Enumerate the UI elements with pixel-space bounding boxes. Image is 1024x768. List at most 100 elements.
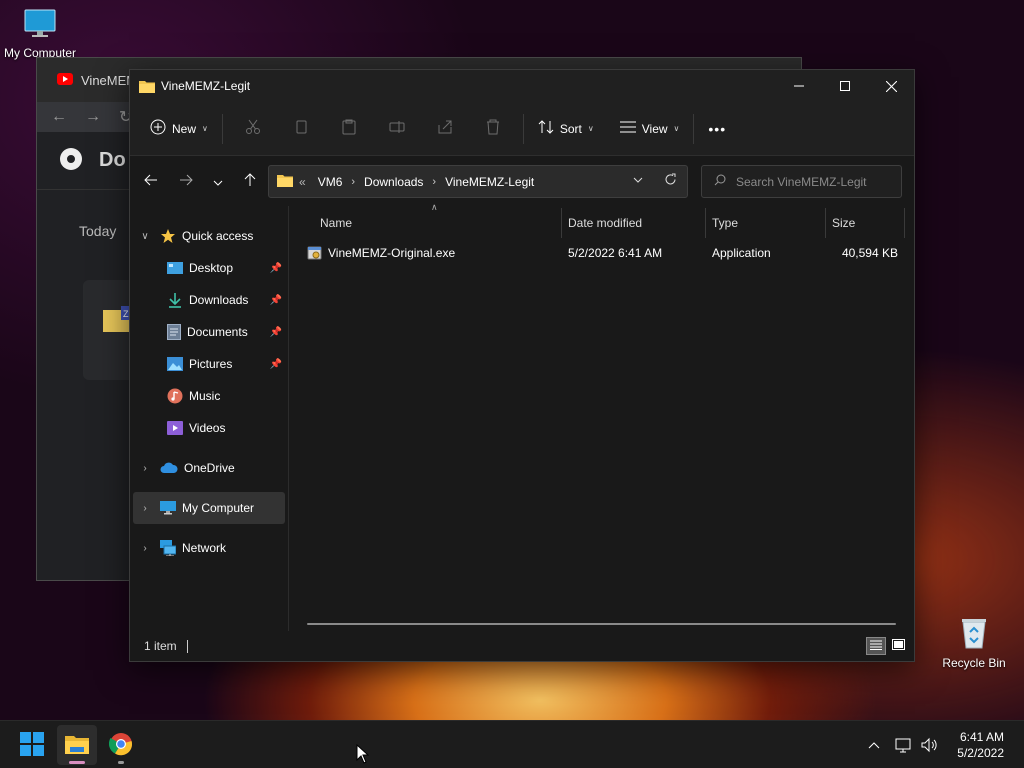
network-status-icon[interactable]: [891, 737, 917, 753]
taskbar-file-explorer[interactable]: [57, 725, 97, 765]
nav-item-downloads[interactable]: Downloads 📌: [130, 284, 288, 316]
forward-button[interactable]: [170, 165, 202, 197]
nav-label: OneDrive: [184, 461, 235, 475]
copy-icon: [293, 119, 309, 138]
nav-item-quick-access[interactable]: ∨ Quick access: [130, 220, 288, 252]
chevron-right-icon[interactable]: ›: [138, 463, 152, 474]
nav-label: Videos: [189, 421, 226, 435]
copy-button[interactable]: [277, 113, 325, 145]
file-row[interactable]: VineMEMZ-Original.exe 5/2/2022 6:41 AM A…: [289, 238, 914, 268]
column-header-type[interactable]: Type: [712, 208, 738, 238]
desktop-icon-my-computer[interactable]: My Computer: [0, 8, 80, 60]
up-button[interactable]: [234, 165, 266, 197]
clock-date: 5/2/2022: [957, 746, 1004, 760]
nav-item-pictures[interactable]: Pictures 📌: [130, 348, 288, 380]
column-header-name[interactable]: Name: [320, 208, 352, 238]
nav-label: Downloads: [189, 293, 249, 307]
pin-icon[interactable]: 📌: [270, 327, 282, 338]
file-size: 40,594 KB: [841, 246, 898, 260]
command-bar: New ∨ Sort ∨ View ∨ •••: [130, 102, 914, 156]
taskbar-chrome[interactable]: [101, 725, 141, 765]
volume-icon[interactable]: [917, 737, 943, 753]
trash-icon: [485, 119, 501, 138]
view-button[interactable]: View ∨: [612, 113, 688, 145]
new-button[interactable]: New ∨: [142, 113, 216, 145]
nav-item-documents[interactable]: Documents 📌: [130, 316, 288, 348]
chrome-section-heading: Today: [79, 223, 117, 239]
column-divider[interactable]: [904, 208, 905, 238]
more-dots-icon: •••: [708, 120, 727, 137]
search-placeholder: Search VineMEMZ-Legit: [736, 174, 867, 189]
toolbar-divider: [221, 113, 223, 144]
desktop-icon-recycle-bin[interactable]: Recycle Bin: [934, 616, 1014, 670]
maximize-button[interactable]: [822, 70, 868, 102]
toolbar-divider: [522, 113, 524, 144]
large-icons-view-icon: [891, 639, 905, 653]
show-hidden-icons-chevron-up-icon[interactable]: [861, 741, 887, 749]
pin-icon[interactable]: 📌: [270, 295, 282, 306]
chevron-right-icon[interactable]: ›: [138, 503, 152, 514]
file-explorer-window[interactable]: VineMEMZ-Legit New ∨ Sort ∨ View ∨ ••• «…: [129, 69, 915, 662]
chevron-right-icon[interactable]: ›: [138, 543, 152, 554]
cut-button[interactable]: [229, 113, 277, 145]
details-view-button[interactable]: [866, 637, 886, 655]
chevron-right-icon[interactable]: ›: [432, 176, 436, 188]
new-label: New: [172, 121, 197, 136]
desktop-folder-icon: [167, 261, 183, 275]
breadcrumb-current-folder[interactable]: VineMEMZ-Legit: [445, 175, 534, 189]
nav-item-music[interactable]: Music: [130, 380, 288, 412]
nav-label: Network: [182, 541, 227, 555]
rename-button[interactable]: [373, 113, 421, 145]
breadcrumb-vm6[interactable]: VM6: [318, 175, 343, 189]
nav-item-desktop[interactable]: Desktop 📌: [130, 252, 288, 284]
address-bar[interactable]: « VM6 › Downloads › VineMEMZ-Legit: [268, 165, 688, 198]
column-header-date-modified[interactable]: Date modified: [568, 208, 642, 238]
large-icons-view-button[interactable]: [888, 637, 908, 655]
nav-item-network[interactable]: › Network: [130, 532, 288, 564]
column-header-size[interactable]: Size: [832, 208, 855, 238]
sort-button[interactable]: Sort ∨: [530, 113, 602, 145]
back-arrow-icon[interactable]: ←: [51, 108, 67, 126]
nav-item-my-computer[interactable]: › My Computer: [133, 492, 285, 524]
pictures-icon: [167, 357, 183, 371]
breadcrumb-downloads[interactable]: Downloads: [364, 175, 423, 189]
title-bar[interactable]: VineMEMZ-Legit: [130, 70, 914, 102]
file-list: ∧ Name Date modified Type Size VineMEMZ-…: [289, 202, 914, 631]
navigation-pane: ∨ Quick access Desktop 📌 Downloads 📌 Doc…: [130, 206, 289, 631]
clock[interactable]: 6:41 AM 5/2/2022: [957, 729, 1004, 761]
chrome-logo-icon: [59, 147, 83, 174]
breadcrumb-overflow[interactable]: «: [299, 175, 306, 189]
nav-item-onedrive[interactable]: › OneDrive: [130, 452, 288, 484]
system-tray: 6:41 AM 5/2/2022: [861, 721, 1024, 768]
share-button[interactable]: [421, 113, 469, 145]
start-button[interactable]: [12, 725, 52, 765]
pin-icon[interactable]: 📌: [270, 263, 282, 274]
paste-button[interactable]: [325, 113, 373, 145]
nav-label: Pictures: [189, 357, 233, 371]
address-dropdown-icon[interactable]: [633, 175, 643, 186]
column-divider[interactable]: [705, 208, 706, 238]
navigation-bar: « VM6 › Downloads › VineMEMZ-Legit Searc…: [130, 156, 914, 206]
chevron-right-icon[interactable]: ›: [351, 176, 355, 188]
toolbar-divider: [693, 113, 695, 144]
forward-arrow-icon[interactable]: →: [85, 108, 101, 126]
close-button[interactable]: [868, 70, 914, 102]
active-window-indicator: [69, 761, 85, 764]
column-divider[interactable]: [825, 208, 826, 238]
view-label: View: [641, 121, 668, 136]
refresh-icon[interactable]: [664, 173, 677, 189]
horizontal-scrollbar[interactable]: [307, 623, 896, 625]
file-name[interactable]: VineMEMZ-Original.exe: [328, 238, 455, 268]
share-icon: [437, 119, 453, 138]
column-divider[interactable]: [561, 208, 562, 238]
nav-item-videos[interactable]: Videos: [130, 412, 288, 444]
minimize-button[interactable]: [776, 70, 822, 102]
delete-button[interactable]: [469, 113, 517, 145]
more-options-button[interactable]: •••: [700, 113, 734, 145]
search-box[interactable]: Search VineMEMZ-Legit: [701, 165, 902, 198]
chevron-down-icon[interactable]: ∨: [138, 231, 152, 242]
back-button[interactable]: [135, 165, 167, 197]
pin-icon[interactable]: 📌: [270, 359, 282, 370]
exe-file-icon: [307, 238, 323, 268]
recent-locations-button[interactable]: [202, 165, 234, 197]
